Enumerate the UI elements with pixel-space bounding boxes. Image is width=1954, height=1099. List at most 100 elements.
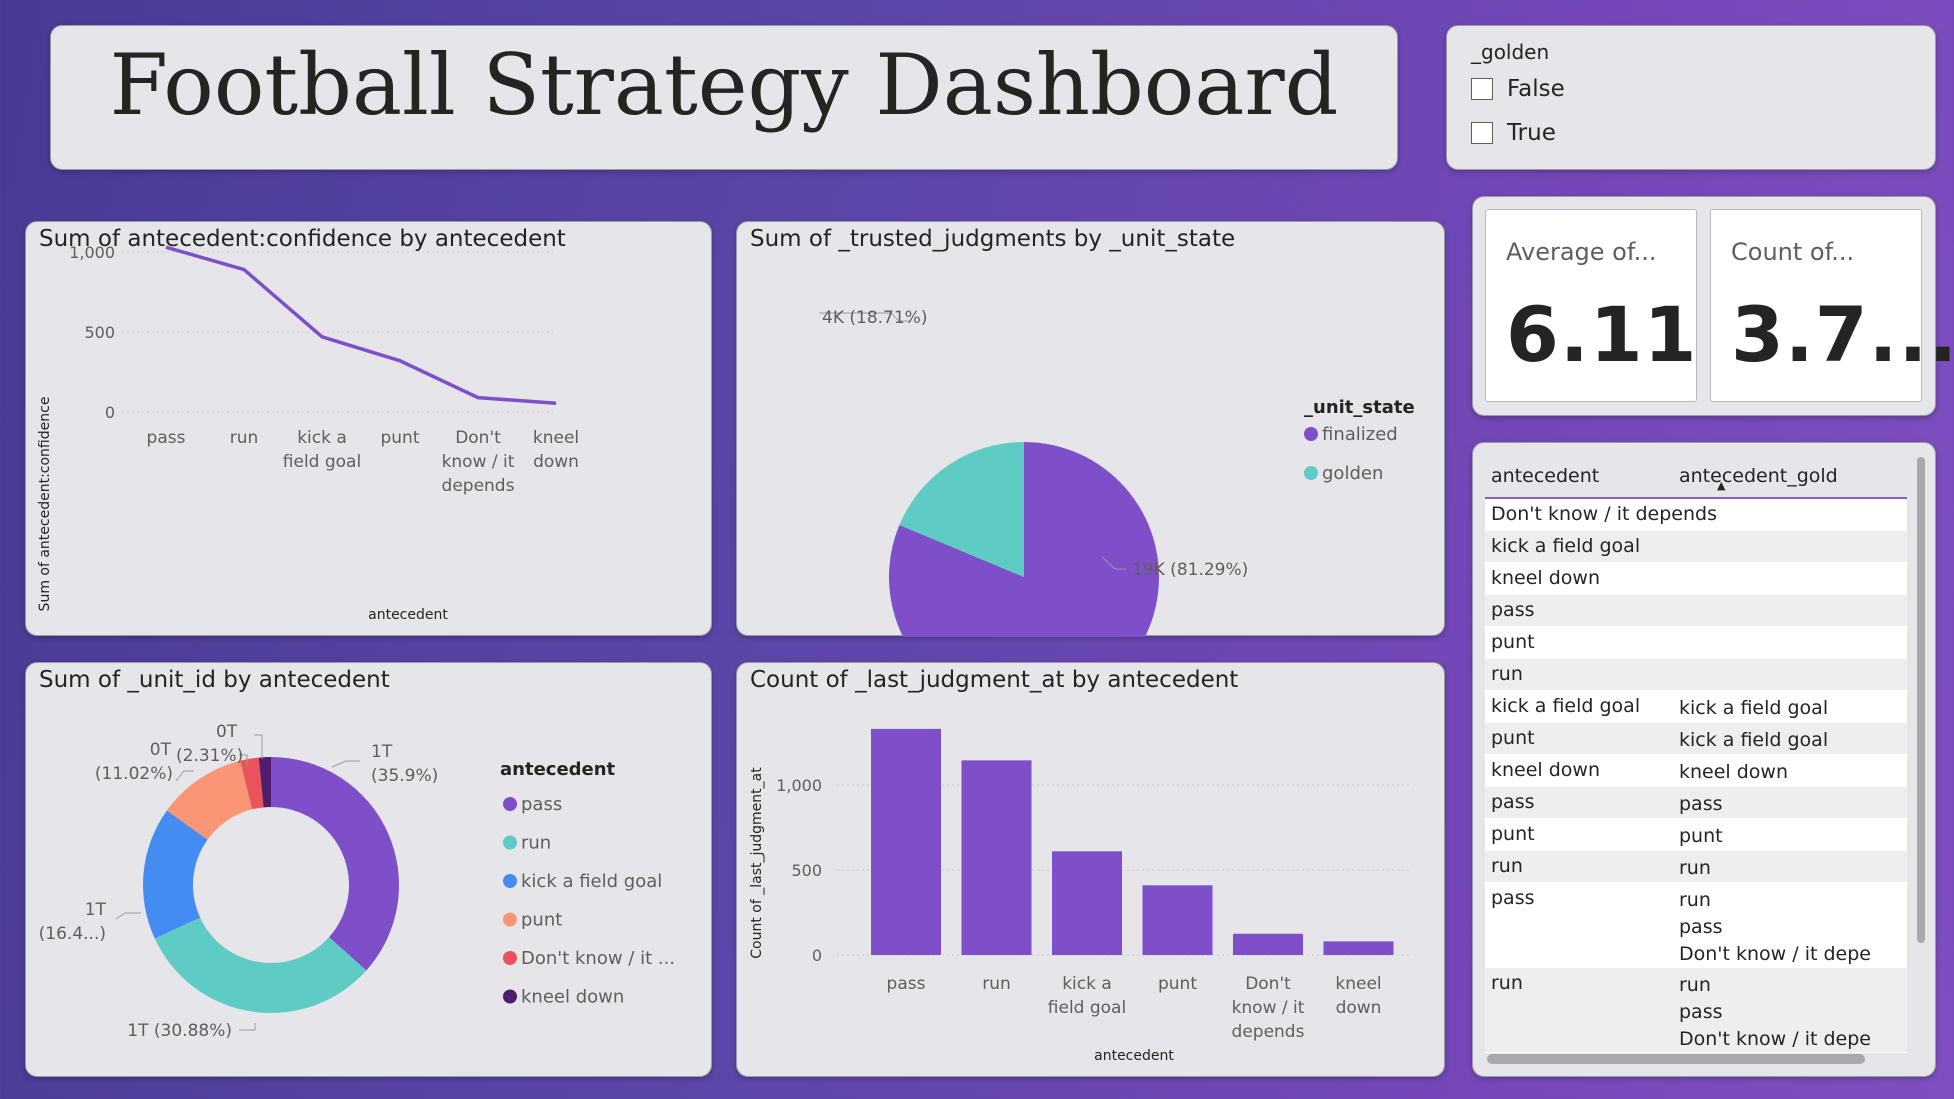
label-leader [115, 912, 141, 920]
kpi-count[interactable]: Count of... 3.7... [1710, 209, 1954, 402]
legend-item[interactable]: run [521, 833, 551, 854]
bar[interactable] [1323, 941, 1394, 955]
table-row[interactable]: punt punt [1485, 819, 1907, 851]
pie-label-golden: 4K (18.71%) [822, 308, 927, 328]
legend-item[interactable]: kneel down [521, 987, 624, 1008]
pie-chart-card[interactable]: Sum of _trusted_judgments by _unit_state… [736, 221, 1445, 637]
table-row[interactable]: Don't know / it depends [1485, 499, 1907, 531]
cell-antecedent-gold: run pass Don't know / it depe [1679, 974, 1871, 1050]
cell-antecedent: run [1491, 663, 1523, 685]
bar-chart: Count of _last_judgment_at 1,000 500 0 pas… [749, 728, 1410, 1064]
x-axis-title: antecedent [1094, 1048, 1174, 1064]
table-row[interactable]: run run [1485, 851, 1907, 883]
table-row[interactable]: pass run pass Don't know / it depe [1485, 883, 1907, 968]
horizontal-scrollbar[interactable] [1487, 1054, 1865, 1064]
legend-item[interactable]: kick a field goal [521, 871, 662, 892]
legend-item[interactable]: Don't know / it ... [521, 948, 675, 969]
line-series[interactable] [165, 245, 557, 405]
table-row[interactable]: kneel down [1485, 563, 1907, 595]
donut-chart-card[interactable]: Sum of _unit_id by antecedent 1T (35.9%)… [25, 662, 712, 1077]
line-chart-card[interactable]: Sum of antecedent:confidence by antecede… [25, 221, 712, 636]
slicer-option-false[interactable]: False [1471, 76, 1565, 102]
legend-item-finalized[interactable]: finalized [1322, 424, 1398, 445]
bar[interactable] [1052, 851, 1122, 955]
column-header-antecedent[interactable]: antecedent [1491, 465, 1599, 487]
cell-antecedent: punt [1491, 631, 1535, 653]
donut-label-pass-pct: (35.9%) [371, 766, 438, 786]
y-tick-label: 500 [791, 861, 822, 880]
bar[interactable] [871, 728, 941, 955]
table-header: antecedent antecedent_gold ▲ [1485, 453, 1907, 499]
donut-label-dk-pct: (2.31%) [176, 746, 243, 766]
line-chart: Sum of antecedent:confidence 1,000 500 0 p… [37, 243, 579, 623]
bar[interactable] [961, 760, 1032, 955]
y-tick-label: 0 [812, 946, 822, 965]
table-row[interactable]: punt [1485, 627, 1907, 659]
x-tick-label: run [982, 974, 1011, 994]
legend-marker [1304, 466, 1318, 480]
x-tick-label: pass [887, 974, 926, 994]
legend-marker [503, 989, 517, 1004]
kpi-container: Average of... 6.11 Count of... 3.7... [1472, 196, 1954, 416]
y-tick-label: 1,000 [776, 776, 822, 795]
table-row[interactable]: kick a field goal [1485, 531, 1907, 563]
table-row[interactable]: kneel down kneel down [1485, 755, 1907, 787]
cell-antecedent-gold: pass [1679, 793, 1723, 815]
pie-chart: 4K (18.71%) 19K (81.29%) _unit_state fin… [819, 308, 1415, 637]
x-tick-label: kneel down [1335, 974, 1381, 1018]
x-tick-label: Don't know / it depends [1232, 974, 1305, 1042]
checkbox-false[interactable] [1471, 78, 1493, 100]
vertical-scrollbar[interactable] [1917, 457, 1925, 943]
legend-item-golden[interactable]: golden [1322, 463, 1383, 484]
kpi-value: 6.11 [1506, 290, 1698, 379]
pie-label-finalized: 19K (81.29%) [1132, 560, 1248, 580]
table-row[interactable]: run run pass Don't know / it depe [1485, 968, 1907, 1053]
kpi-value: 3.7... [1731, 290, 1954, 379]
table-row[interactable]: pass [1485, 595, 1907, 627]
cell-antecedent: pass [1491, 887, 1535, 909]
donut-chart: 1T (35.9%) 1T (30.88%) 1T (16.4...) 0T (… [39, 722, 675, 1041]
donut-label-kneel: 0T [216, 722, 238, 742]
table-row[interactable]: kick a field goal kick a field goal [1485, 691, 1907, 723]
legend-item[interactable]: pass [521, 794, 562, 815]
column-header-antecedent-gold[interactable]: antecedent_gold [1679, 465, 1838, 487]
table-row[interactable]: punt kick a field goal [1485, 723, 1907, 755]
bar[interactable] [1233, 933, 1303, 955]
x-tick-label: kick a field goal [1048, 974, 1126, 1018]
donut-slice[interactable] [271, 757, 399, 971]
y-axis-title: Sum of antecedent:confidence [37, 397, 53, 612]
table-row[interactable]: pass pass [1485, 787, 1907, 819]
bar-chart-card[interactable]: Count of _last_judgment_at by antecedent… [736, 662, 1445, 1077]
donut-label-pass: 1T [371, 742, 393, 762]
x-tick-label: kick a field goal [283, 428, 361, 472]
x-tick-label: punt [1158, 974, 1197, 994]
label-leader [175, 770, 194, 782]
cell-antecedent-gold: run [1679, 857, 1711, 879]
legend-marker [503, 874, 517, 888]
x-tick-label: pass [147, 428, 186, 448]
slicer-header: _golden [1471, 40, 1550, 64]
table-card[interactable]: antecedent antecedent_gold ▲ Don't know … [1472, 442, 1936, 1077]
cell-antecedent: pass [1491, 599, 1535, 621]
legend-title: _unit_state [1304, 397, 1415, 418]
table-body: Don't know / it depends kick a field goal… [1485, 499, 1907, 1053]
slicer-option-true[interactable]: True [1471, 120, 1556, 146]
cell-antecedent: kneel down [1491, 759, 1601, 781]
y-tick-label: 1,000 [69, 243, 115, 262]
y-tick-label: 500 [84, 323, 115, 342]
legend-marker [503, 912, 517, 927]
legend-marker [503, 835, 517, 850]
x-tick-label: kneel down [533, 428, 579, 472]
label-leader [331, 760, 360, 768]
legend-item[interactable]: punt [521, 910, 562, 931]
cell-antecedent-gold: punt [1679, 825, 1723, 847]
cell-antecedent: kick a field goal [1491, 695, 1641, 717]
checkbox-true[interactable] [1471, 122, 1493, 144]
table-row[interactable]: run [1485, 659, 1907, 691]
golden-slicer: _golden False True [1446, 25, 1936, 170]
bar[interactable] [1142, 885, 1213, 955]
kpi-average[interactable]: Average of... 6.11 [1485, 209, 1697, 402]
x-axis-title: antecedent [368, 607, 448, 623]
cell-antecedent: punt [1491, 727, 1535, 749]
cell-antecedent-gold: kick a field goal [1679, 697, 1829, 719]
